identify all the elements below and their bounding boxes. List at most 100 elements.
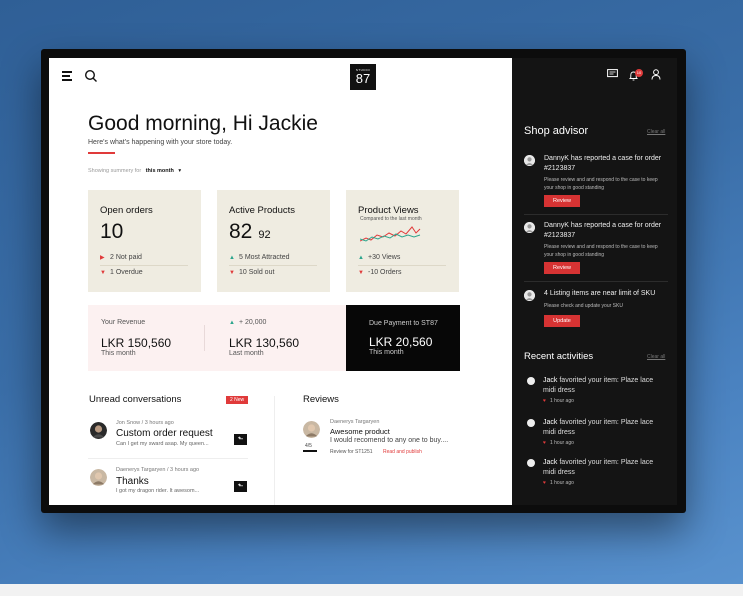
- chat-icon[interactable]: [607, 69, 618, 79]
- read-and-publish-link[interactable]: Read and publish: [383, 449, 422, 455]
- notification-count-badge: 10: [635, 69, 643, 77]
- heart-icon: ♥: [543, 440, 546, 446]
- logo-big-text: 87: [355, 71, 371, 86]
- right-sidebar: 10 Shop advisor Clear all DannyK has rep…: [512, 58, 677, 505]
- reply-icon: ⬑: [237, 436, 244, 443]
- activity-time-text: 1 hour ago: [549, 398, 574, 404]
- stat-text: 1 Overdue: [110, 269, 143, 276]
- advisor-item-title: DannyK has reported a case for order #21…: [544, 222, 662, 239]
- advisor-item-title: DannyK has reported a case for order #21…: [544, 155, 662, 172]
- activity-dot: [527, 419, 535, 427]
- activity-text: Jack favorited your item: Plaze lace mid…: [543, 376, 667, 396]
- activity-dot: [527, 377, 535, 385]
- avatar: [524, 290, 535, 301]
- activity-user: Jack: [543, 377, 558, 384]
- hamburger-menu-icon[interactable]: [62, 71, 74, 81]
- card-stat-row: ▼ -10 Orders: [358, 269, 448, 276]
- reply-button[interactable]: ⬑: [234, 434, 247, 445]
- card-stat-row: ▲ 5 Most Attracted: [229, 254, 319, 261]
- update-button[interactable]: Update: [544, 315, 580, 327]
- advisor-item-desc: Please review and and respond to the cas…: [544, 177, 658, 191]
- card-value-secondary: 92: [258, 229, 271, 241]
- activity-user: Jack: [543, 459, 558, 466]
- heart-icon: ♥: [543, 480, 546, 486]
- card-stat-row: ▼ 1 Overdue: [100, 269, 190, 276]
- card-title: Active Products: [229, 205, 295, 216]
- card-stat-row: ▲ +30 Views: [358, 254, 448, 261]
- summary-period-selector[interactable]: Showing summery for this month ▾: [88, 168, 181, 174]
- section-divider: [274, 396, 275, 505]
- stat-text: 10 Sold out: [239, 269, 275, 276]
- card-title: Product Views: [358, 205, 419, 216]
- search-icon[interactable]: [84, 69, 98, 83]
- activity-time: ♥ 1 hour ago: [543, 398, 574, 404]
- revenue-current-sub: This month: [101, 350, 136, 357]
- activity-item: Jack favorited your item: Plaze lace mid…: [512, 458, 677, 494]
- review-button[interactable]: Review: [544, 262, 580, 274]
- studio-87-logo[interactable]: STUDIO 87: [350, 64, 376, 90]
- conversation-item[interactable]: Jon Snow / 3 hours ago Custom order requ…: [88, 418, 247, 456]
- advisor-clear-all-link[interactable]: Clear all: [647, 129, 665, 135]
- activity-time: ♥ 1 hour ago: [543, 480, 574, 486]
- review-item[interactable]: Daenerys Targaryen Awesome product I wou…: [303, 416, 473, 460]
- stat-text: 2 Not paid: [110, 254, 142, 261]
- conversation-meta: Jon Snow / 3 hours ago: [116, 420, 174, 426]
- revenue-change-text: + 20,000: [238, 319, 267, 326]
- up-arrow-icon: ▲: [358, 255, 364, 261]
- divider: [358, 265, 446, 266]
- conversation-item[interactable]: Daenerys Targaryen / 3 hours ago Thanks …: [88, 465, 247, 503]
- up-arrow-icon: ▲: [229, 255, 235, 261]
- new-count-badge: 2 New: [226, 396, 249, 404]
- advisor-item-title: 4 Listing items are near limit of SKU: [544, 290, 656, 297]
- revenue-change: ▲ + 20,000: [229, 319, 266, 326]
- activity-time-text: 1 hour ago: [549, 440, 574, 446]
- activity-time-text: 1 hour ago: [549, 480, 574, 486]
- up-arrow-icon: ▲: [229, 320, 235, 326]
- due-payment-panel[interactable]: Due Payment to ST87 LKR 20,560 This mont…: [346, 305, 460, 371]
- shop-advisor-title: Shop advisor: [524, 125, 589, 137]
- reply-button[interactable]: ⬑: [234, 481, 247, 492]
- advisor-item: DannyK has reported a case for order #21…: [524, 221, 669, 281]
- right-arrow-icon: ▶: [100, 255, 105, 261]
- review-title: Awesome product: [330, 427, 390, 436]
- summary-label: Showing summery for: [88, 168, 142, 174]
- page-title: Good morning, Hi Jackie: [88, 112, 318, 135]
- stat-text: 5 Most Attracted: [239, 254, 290, 261]
- product-views-card[interactable]: Product Views Compared to the last month…: [346, 190, 459, 292]
- avatar: [524, 222, 535, 233]
- avatar: [524, 155, 535, 166]
- review-meta: Daenerys Targaryen: [330, 419, 380, 425]
- down-arrow-icon: ▼: [100, 270, 106, 276]
- active-products-card[interactable]: Active Products 82 92 ▲ 5 Most Attracted ▼…: [217, 190, 330, 292]
- avatar: [90, 422, 107, 439]
- revenue-last-value: LKR 130,560: [229, 336, 300, 350]
- user-icon[interactable]: [651, 69, 661, 80]
- down-arrow-icon: ▼: [229, 270, 235, 276]
- conversation-message: Can I get my sward asap. My queen...: [116, 441, 209, 447]
- stat-text: +30 Views: [368, 254, 401, 261]
- activity-dot: [527, 459, 535, 467]
- advisor-item-desc: Please review and and respond to the cas…: [544, 244, 658, 258]
- chevron-down-icon: ▾: [178, 168, 182, 174]
- conversation-title: Thanks: [116, 476, 149, 487]
- divider: [524, 281, 668, 282]
- recent-activities-title: Recent activities: [524, 351, 594, 362]
- avatar: [90, 469, 107, 486]
- conversation-meta: Daenerys Targaryen / 3 hours ago: [116, 467, 200, 473]
- activity-description: favorited your item: Plaze lace midi dre…: [543, 419, 654, 436]
- review-message: I would recomend to any one to buy....: [330, 437, 449, 444]
- open-orders-card[interactable]: Open orders 10 ▶ 2 Not paid ▼ 1 Overdue: [88, 190, 201, 292]
- card-stat-row: ▶ 2 Not paid: [100, 254, 190, 261]
- activities-clear-all-link[interactable]: Clear all: [647, 354, 665, 360]
- card-subtitle: Compared to the last month: [360, 216, 422, 222]
- divider: [100, 265, 188, 266]
- card-value-main: 82: [229, 220, 253, 243]
- reply-icon: ⬑: [237, 483, 244, 490]
- due-label: Due Payment to ST87: [369, 320, 438, 327]
- review-button[interactable]: Review: [544, 195, 580, 207]
- activity-item: Jack favorited your item: Plaze lace mid…: [512, 376, 677, 412]
- divider: [204, 325, 205, 351]
- due-value: LKR 20,560: [369, 335, 433, 349]
- rating-bar: [303, 450, 317, 452]
- activity-time: ♥ 1 hour ago: [543, 440, 574, 446]
